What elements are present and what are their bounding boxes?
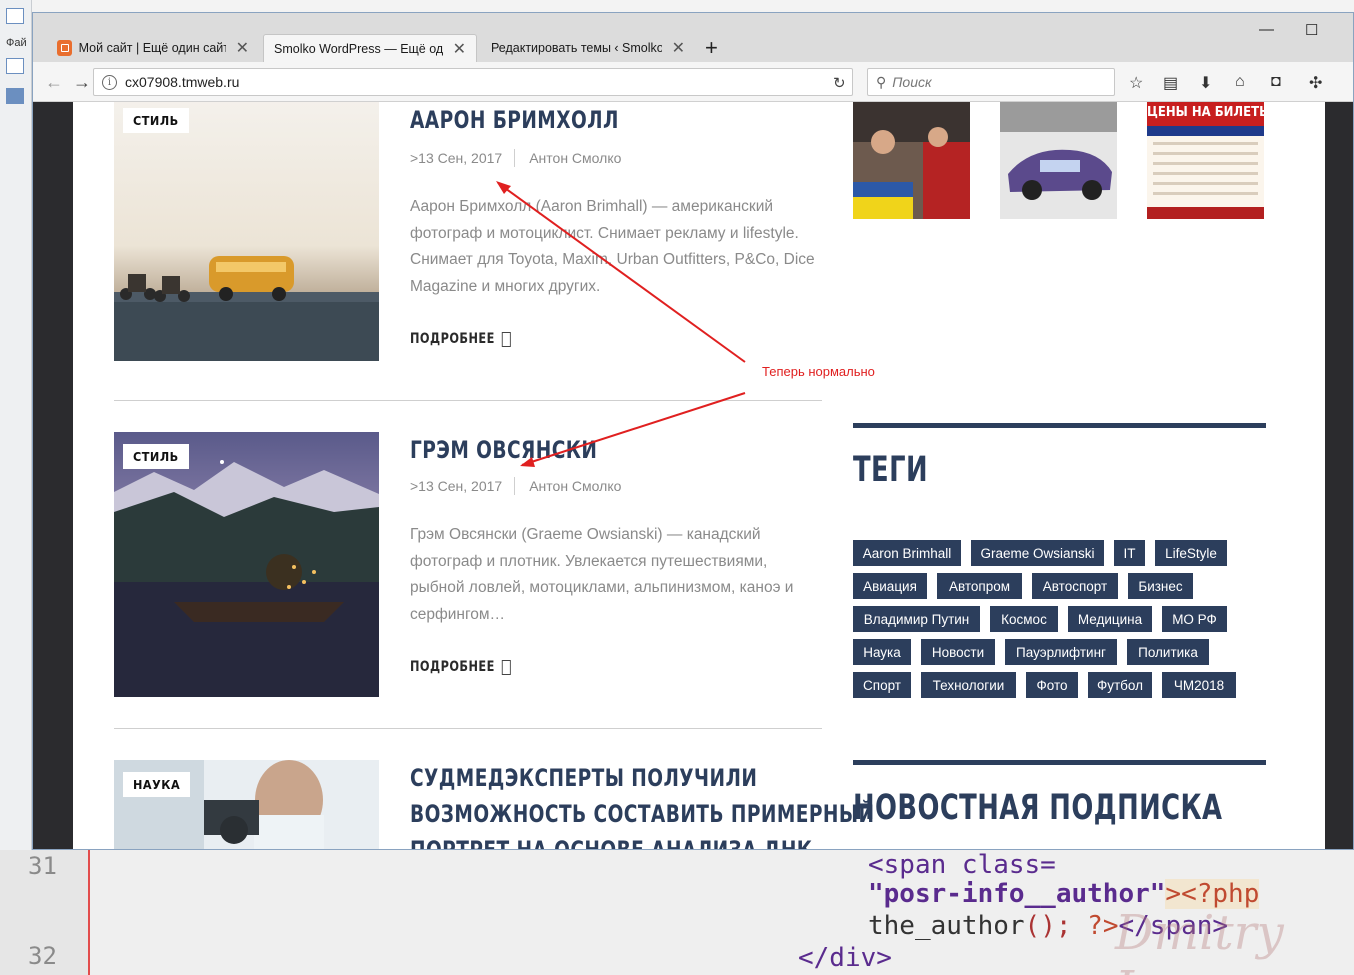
annotation-label: Теперь нормально (762, 364, 875, 379)
code-function: the_author (868, 911, 1025, 941)
line-number: 31 (28, 852, 57, 880)
line-number-gutter: 31 32 (0, 850, 88, 975)
code-php-close: ?> (1087, 911, 1119, 941)
screen: Фай Мой сайт | Ещё один сайт н ✕ Smolko … (0, 0, 1354, 975)
watermark: Dmitry Lav (1115, 905, 1284, 975)
code-call: (); (1024, 911, 1072, 941)
code-line: </div> (798, 943, 892, 973)
margin-line (88, 850, 90, 975)
line-number: 32 (28, 942, 57, 970)
annotation-arrows (496, 181, 746, 467)
code-line: <span class= (868, 850, 1056, 880)
